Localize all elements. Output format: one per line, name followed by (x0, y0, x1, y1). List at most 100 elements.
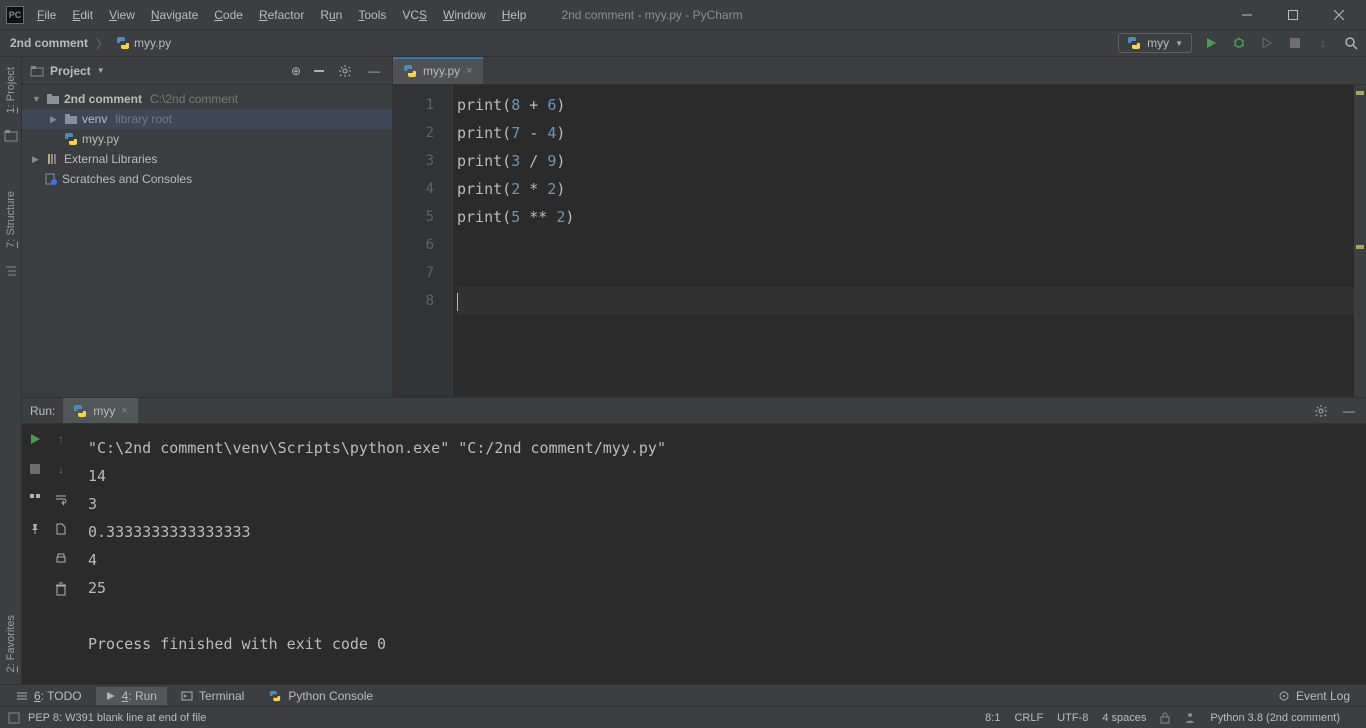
warning-marker[interactable] (1356, 245, 1364, 249)
tree-root-label: 2nd comment (64, 92, 142, 106)
run-bottom-tab[interactable]: 4: Run (96, 687, 167, 705)
close-tab-icon[interactable]: × (121, 405, 127, 417)
rerun-button[interactable] (26, 430, 44, 448)
scroll-to-end-button[interactable] (52, 520, 70, 538)
project-tool-tab[interactable]: 1: Project (5, 63, 17, 117)
soft-wrap-button[interactable] (52, 490, 70, 508)
run-config-name: myy (1147, 36, 1169, 50)
line-separator[interactable]: CRLF (1014, 712, 1043, 724)
layout-button[interactable] (26, 490, 44, 508)
update-dependencies-icon[interactable]: ↓ (1314, 34, 1332, 52)
editor-body[interactable]: 12345678 print(8 + 6) print(7 - 4) print… (393, 85, 1366, 397)
event-log-tab[interactable]: Event Log (1268, 687, 1360, 705)
folder-icon (46, 92, 60, 106)
debug-button[interactable] (1230, 34, 1248, 52)
menu-refactor[interactable]: Refactor (252, 4, 311, 26)
print-button[interactable] (52, 550, 70, 568)
indent-settings[interactable]: 4 spaces (1102, 712, 1146, 724)
tree-external-libraries[interactable]: ▶ External Libraries (22, 149, 392, 169)
menu-help[interactable]: Help (495, 4, 534, 26)
tree-root[interactable]: ▼ 2nd comment C:\2nd comment (22, 89, 392, 109)
menu-vcs[interactable]: VCS (395, 4, 434, 26)
breadcrumb-project[interactable]: 2nd comment (6, 34, 92, 52)
editor-scrollbar[interactable] (1354, 85, 1366, 397)
run-button[interactable] (1202, 34, 1220, 52)
tree-venv[interactable]: ▶ venv library root (22, 109, 392, 129)
line-number-gutter: 12345678 (393, 85, 453, 397)
close-tab-icon[interactable]: × (466, 65, 472, 77)
run-toolbar-left (22, 424, 48, 684)
menu-code[interactable]: Code (207, 4, 250, 26)
menu-file[interactable]: File (30, 4, 63, 26)
tree-scratches[interactable]: Scratches and Consoles (22, 169, 392, 189)
python-file-icon (64, 132, 78, 146)
hide-panel-button[interactable]: — (364, 64, 384, 78)
clear-all-button[interactable] (52, 580, 70, 598)
breadcrumb-file[interactable]: myy.py (112, 34, 175, 52)
bottom-tabs: 6: TODO 4: Run Terminal Python Console E… (0, 684, 1366, 706)
app-icon: PC (6, 6, 24, 24)
stop-button-disabled (26, 460, 44, 478)
search-everywhere-button[interactable] (1342, 34, 1360, 52)
run-icon (106, 691, 116, 701)
menu-view[interactable]: View (102, 4, 142, 26)
tree-file-myy[interactable]: myy.py (22, 129, 392, 149)
terminal-tab[interactable]: Terminal (171, 687, 254, 705)
locate-file-button[interactable]: ⊕ (286, 64, 306, 78)
folder-icon (64, 112, 78, 126)
python-console-label: Python Console (288, 689, 373, 703)
navbar: 2nd comment 〉 myy.py myy ▼ ↓ (0, 29, 1366, 57)
panel-settings-button[interactable] (338, 64, 358, 78)
terminal-tab-label: Terminal (199, 689, 244, 703)
titlebar: PC File Edit View Navigate Code Refactor… (0, 0, 1366, 29)
menu-edit[interactable]: Edit (65, 4, 100, 26)
breadcrumb: 2nd comment 〉 myy.py (6, 34, 175, 52)
project-view-selector[interactable]: ▼ (97, 66, 105, 75)
menu-window[interactable]: Window (436, 4, 493, 26)
run-tab-myy[interactable]: myy × (63, 398, 137, 423)
run-panel-label: Run: (30, 404, 55, 418)
event-log-label: Event Log (1296, 689, 1350, 703)
menu-run[interactable]: Run (313, 4, 349, 26)
tree-scratches-label: Scratches and Consoles (62, 172, 192, 186)
code-area[interactable]: print(8 + 6) print(7 - 4) print(3 / 9) p… (453, 85, 1354, 397)
readonly-toggle-icon[interactable] (1160, 712, 1170, 724)
run-configuration-selector[interactable]: myy ▼ (1118, 33, 1192, 53)
structure-tab-icon (4, 264, 18, 278)
structure-tool-tab[interactable]: 7: Structure (5, 187, 17, 252)
scroll-down-button[interactable]: ↓ (52, 460, 70, 478)
hide-run-panel-button[interactable]: — (1340, 402, 1358, 420)
tree-venv-label: venv (82, 112, 107, 126)
editor-tab-myy[interactable]: myy.py × (393, 57, 483, 84)
console-line: 14 (88, 462, 1352, 490)
editor-area: myy.py × 12345678 print(8 + 6) print(7 -… (393, 57, 1366, 397)
minimize-button[interactable] (1224, 0, 1270, 29)
left-tool-windows-bar: 1: Project 7: Structure 2: Favorites (0, 57, 22, 684)
window-title: 2nd comment - myy.py - PyCharm (561, 8, 742, 22)
run-panel-settings-button[interactable] (1312, 402, 1330, 420)
scroll-up-button[interactable]: ↑ (52, 430, 70, 448)
project-tree: ▼ 2nd comment C:\2nd comment ▶ venv (22, 85, 392, 193)
menu-navigate[interactable]: Navigate (144, 4, 205, 26)
run-with-coverage-button[interactable] (1258, 34, 1276, 52)
inspections-icon[interactable] (1184, 712, 1196, 724)
python-interpreter[interactable]: Python 3.8 (2nd comment) (1210, 712, 1340, 724)
close-button[interactable] (1316, 0, 1362, 29)
file-encoding[interactable]: UTF-8 (1057, 712, 1088, 724)
maximize-button[interactable] (1270, 0, 1316, 29)
tree-file-label: myy.py (82, 132, 119, 146)
python-icon (73, 404, 87, 418)
console-output[interactable]: "C:\2nd comment\venv\Scripts\python.exe"… (74, 424, 1366, 684)
cursor-position[interactable]: 8:1 (985, 712, 1000, 724)
python-console-tab[interactable]: Python Console (258, 687, 383, 705)
console-line: 25 (88, 574, 1352, 602)
favorites-tool-tab[interactable]: 2: Favorites (5, 611, 17, 676)
stop-button[interactable] (1286, 34, 1304, 52)
console-line: 3 (88, 490, 1352, 518)
terminal-icon (181, 690, 193, 702)
pin-tab-button[interactable] (26, 520, 44, 538)
collapse-all-button[interactable] (312, 64, 332, 78)
warning-marker[interactable] (1356, 91, 1364, 95)
menu-tools[interactable]: Tools (351, 4, 393, 26)
todo-tab[interactable]: 6: TODO (6, 687, 92, 705)
